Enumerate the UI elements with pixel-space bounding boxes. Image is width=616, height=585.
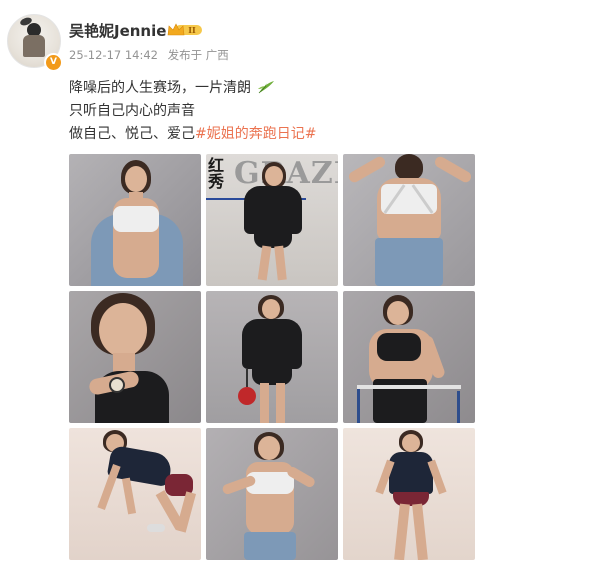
photo-tile-1[interactable]	[69, 154, 201, 286]
member-badge-level: II	[188, 25, 196, 35]
photo-tile-2[interactable]: 红秀 GRAZIA	[206, 154, 338, 286]
post-text-line-3-prefix: 做自己、悦己、爱己	[69, 126, 195, 142]
photo-tile-7[interactable]	[69, 428, 201, 560]
verified-v-icon: V	[44, 53, 63, 72]
crown-badge-icon[interactable]: II	[167, 23, 203, 37]
post-text-line-1-text: 降噪后的人生赛场，一片清朗	[69, 80, 251, 96]
post-text-line-3: 做自己、悦己、爱己#妮姐的奔跑日记#	[69, 123, 316, 143]
photo-tile-3[interactable]	[343, 154, 475, 286]
post-source: 发布于 广西	[167, 48, 229, 62]
bamboo-leaf-icon	[258, 81, 275, 94]
post-text-line-2: 只听自己内心的声音	[69, 103, 195, 119]
hashtag-link[interactable]: #妮姐的奔跑日记#	[195, 126, 316, 142]
username[interactable]: 吴艳妮Jennie	[69, 20, 166, 41]
magazine-title-cn: 红秀	[208, 156, 225, 191]
photo-tile-4[interactable]	[69, 291, 201, 423]
photo-grid: 红秀 GRAZIA	[69, 154, 475, 560]
post-text-line-1: 降噪后的人生赛场，一片清朗	[69, 77, 275, 97]
photo-tile-8[interactable]	[206, 428, 338, 560]
avatar-figure-body	[23, 35, 45, 57]
photo-tile-9[interactable]	[343, 428, 475, 560]
post-time[interactable]: 25-12-17 14:42	[69, 48, 158, 62]
post-meta: 25-12-17 14:42 发布于 广西	[69, 47, 235, 63]
photo-tile-5[interactable]	[206, 291, 338, 423]
photo-tile-6[interactable]	[343, 291, 475, 423]
weibo-post: V 吴艳妮Jennie II 25-12-17 14:42 发布于 广西 降噪后…	[0, 0, 616, 585]
